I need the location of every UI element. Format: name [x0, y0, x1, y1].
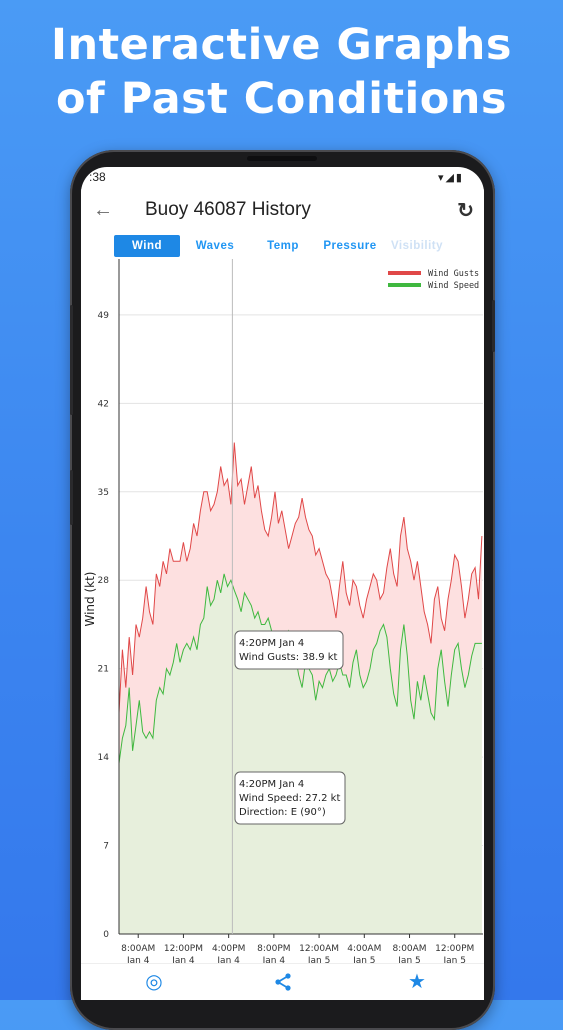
earpiece-speaker: [247, 156, 317, 161]
y-tick-label: 42: [98, 399, 109, 409]
tab-bar: Wind Waves Temp Pressure Visibility: [81, 235, 484, 259]
y-tick-label: 28: [98, 576, 110, 586]
x-tick-time: 12:00PM: [435, 944, 474, 954]
tooltip-text: 4:20PM Jan 4: [239, 779, 304, 790]
share-icon[interactable]: [265, 968, 301, 996]
wind-chart[interactable]: 0 7 14 21 28 35 42 49 8:00AM Jan 4 12:00PM Jan 4 4:0…: [81, 259, 484, 967]
legend-label: Wind Gusts: [428, 269, 479, 279]
tab-wind[interactable]: Wind: [114, 235, 180, 257]
x-tick-time: 4:00PM: [212, 944, 245, 954]
power-button: [70, 305, 73, 415]
legend-label: Wind Speed: [428, 281, 479, 291]
wind-chart-svg[interactable]: 071421283542498:00AMJan 412:00PMJan 44:0…: [81, 259, 484, 967]
arrow-left-icon[interactable]: ←: [93, 199, 113, 222]
x-tick-time: 8:00AM: [392, 944, 426, 954]
app-screen: :38 ▾◢▮ ← Buoy 46087 History ↻ Wind Wave…: [81, 167, 484, 1000]
tooltip-text: 4:20PM Jan 4: [239, 638, 304, 649]
x-tick-time: 4:00AM: [347, 944, 381, 954]
y-tick-label: 0: [103, 930, 109, 940]
page-title: Buoy 46087 History: [145, 199, 311, 220]
status-time: :38: [89, 170, 106, 184]
headline-line-1: Interactive Graphs: [50, 20, 512, 70]
tooltip-text: Wind Gusts: 38.9 kt: [239, 652, 338, 663]
tooltip-text: Direction: E (90°): [239, 807, 326, 818]
y-tick-label: 7: [103, 842, 109, 852]
share-glyph: [275, 973, 291, 991]
bottom-nav: ◎ ★: [81, 963, 484, 1000]
x-tick-time: 12:00PM: [164, 944, 203, 954]
star-icon[interactable]: ★: [399, 968, 435, 996]
y-axis-label: Wind (kt): [83, 572, 97, 627]
tab-temp[interactable]: Temp: [250, 235, 316, 257]
headline-line-2: of Past Conditions: [56, 74, 507, 124]
x-tick-time: 12:00AM: [299, 944, 339, 954]
refresh-icon[interactable]: ↻: [457, 198, 474, 223]
y-tick-label: 14: [98, 753, 110, 763]
status-bar: :38 ▾◢▮: [81, 167, 484, 189]
tooltip-text: Wind Speed: 27.2 kt: [239, 793, 340, 804]
y-tick-label: 35: [98, 488, 109, 498]
volume-button: [70, 470, 73, 525]
tab-pressure[interactable]: Pressure: [317, 235, 383, 257]
x-tick-time: 8:00PM: [257, 944, 290, 954]
y-tick-label: 21: [98, 665, 109, 675]
y-tick-label: 49: [98, 311, 110, 321]
tab-visibility[interactable]: Visibility: [384, 235, 450, 257]
tab-waves[interactable]: Waves: [182, 235, 248, 257]
right-button: [492, 300, 495, 352]
status-icons: ▾◢▮: [437, 172, 464, 184]
x-tick-time: 8:00AM: [121, 944, 155, 954]
tooltip-box: [234, 630, 344, 670]
globe-pin-icon[interactable]: ◎: [136, 968, 172, 996]
app-bar: ← Buoy 46087 History ↻: [81, 189, 484, 233]
